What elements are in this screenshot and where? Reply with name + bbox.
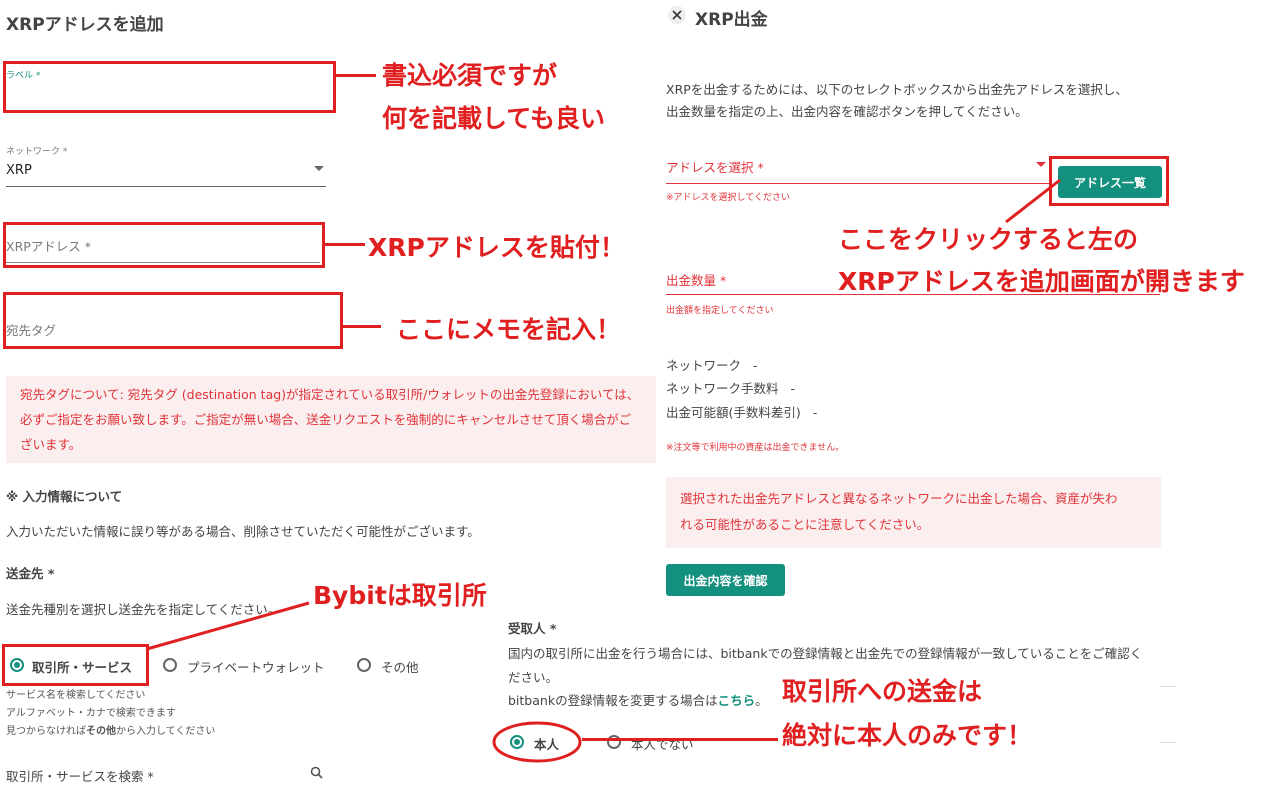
recipient-heading: 受取人 *	[508, 621, 557, 636]
radio-unselected-icon	[357, 658, 371, 672]
fee-row: ネットワーク手数料 -	[666, 378, 795, 397]
change-info-link[interactable]: こちら	[718, 693, 756, 708]
available-row-value: -	[812, 405, 818, 420]
hint3-post: から入力してください	[116, 726, 216, 737]
address-select-label: アドレスを選択 *	[666, 160, 764, 175]
annotation-connector	[325, 243, 365, 246]
network-row: ネットワーク -	[666, 355, 757, 374]
caret-down-icon	[1036, 162, 1046, 167]
annotation-2: XRPアドレスを貼付！	[368, 233, 625, 262]
warning-line-2: れる可能性があることに注意してください。	[680, 517, 930, 532]
network-warning: 選択された出金先アドレスと異なるネットワークに出金した場合、資産が失わ れる可能…	[666, 477, 1161, 548]
radio-other-label: その他	[381, 660, 419, 675]
annotation-3: ここにメモを記入！	[396, 315, 622, 344]
order-note: ※注文等で利用中の資産は出金できません。	[666, 443, 845, 453]
divider	[1160, 742, 1176, 743]
recipient-line3-pre: bitbankの登録情報を変更する場合は	[508, 693, 718, 708]
annotation-1-line-1: 書込必須ですが	[382, 61, 558, 90]
info-text: 入力いただいた情報に誤り等がある場合、削除させていただく可能性がございます。	[6, 524, 480, 539]
network-row-label: ネットワーク	[666, 358, 742, 373]
amount-error: 出金額を指定してください	[666, 306, 774, 316]
radio-private-label: プライベートウォレット	[187, 660, 325, 675]
recipient-line-2: ださい。	[508, 670, 559, 685]
recipient-line-1: 国内の取引所に出金を行う場合には、bitbankでの登録情報と出金先での登録情報…	[508, 646, 1143, 661]
address-error: ※アドレスを選択してください	[666, 193, 791, 203]
available-row-label: 出金可能額(手数料差引)	[666, 405, 801, 420]
radio-not-self[interactable]: 本人でない	[607, 734, 707, 752]
annotation-6-line-2: 絶対に本人のみです！	[782, 721, 1033, 750]
network-select[interactable]: ネットワーク * XRP	[6, 144, 326, 187]
right-page-title: XRP出金	[695, 10, 768, 30]
annotation-4-line-2: XRPアドレスを追加画面が開きます	[838, 267, 1245, 296]
fee-row-label: ネットワーク手数料	[666, 381, 779, 396]
annotation-4-line-1: ここをクリックすると左の	[838, 225, 1139, 254]
intro-line-2: 出金数量を指定の上、出金内容を確認ボタンを押してください。	[666, 104, 1028, 119]
left-page-title: XRPアドレスを追加	[6, 15, 164, 35]
search-icon	[310, 766, 323, 779]
annotation-box-label	[3, 61, 336, 113]
confirm-withdrawal-button[interactable]: 出金内容を確認	[666, 564, 785, 596]
amount-label: 出金数量 *	[666, 273, 727, 288]
network-row-value: -	[752, 358, 758, 373]
service-hint-3: 見つからなければその他から入力してください	[6, 722, 215, 737]
annotation-connector	[343, 325, 381, 328]
radio-not-self-label: 本人でない	[631, 737, 694, 752]
annotation-connector	[1005, 178, 1061, 224]
annotation-connector	[582, 738, 778, 741]
destination-heading: 送金先 *	[6, 566, 55, 581]
divider	[1160, 686, 1176, 687]
annotation-connector	[336, 74, 376, 77]
radio-other[interactable]: その他	[357, 656, 427, 675]
hint3-pre: 見つからなければ	[6, 726, 86, 737]
network-field-label: ネットワーク *	[6, 147, 68, 157]
warning-line-1: 選択された出金先アドレスと異なるネットワークに出金した場合、資産が失わ	[680, 491, 1118, 506]
fee-row-value: -	[790, 381, 795, 396]
destination-tag-notice: 宛先タグについて: 宛先タグ (destination tag)が指定されている…	[6, 376, 656, 463]
service-hint-1: サービス名を検索してください	[6, 690, 146, 701]
annotation-ellipse-self	[492, 721, 582, 763]
address-select[interactable]: アドレスを選択 *	[666, 153, 1050, 184]
service-search-input[interactable]: 取引所・サービスを検索 *	[6, 762, 326, 784]
annotation-box-address	[3, 222, 325, 268]
intro-line-1: XRPを出金するためには、以下のセレクトボックスから出金先アドレスを選択し、	[666, 82, 1128, 97]
annotation-6-line-1: 取引所への送金は	[782, 677, 983, 706]
network-field-value: XRP	[6, 163, 32, 178]
close-icon[interactable]	[668, 6, 686, 24]
info-heading: ※ 入力情報について	[6, 489, 123, 504]
radio-private-wallet[interactable]: プライベートウォレット	[163, 656, 343, 675]
hint3-bold[interactable]: その他	[86, 726, 116, 737]
annotation-box-exchange	[2, 644, 149, 686]
service-search-label: 取引所・サービスを検索 *	[6, 769, 154, 784]
recipient-line3-post: 。	[755, 693, 768, 708]
radio-unselected-icon	[163, 658, 177, 672]
annotation-connector	[146, 601, 310, 651]
recipient-line-3: bitbankの登録情報を変更する場合はこちら。	[508, 690, 768, 709]
annotation-5: Bybitは取引所	[313, 581, 487, 610]
service-hint-2: アルファベット・カナで検索できます	[6, 708, 176, 719]
annotation-1-line-2: 何を記載しても良い	[382, 104, 606, 133]
annotation-box-tag	[3, 292, 343, 349]
caret-down-icon	[314, 166, 324, 171]
available-row: 出金可能額(手数料差引) -	[666, 402, 817, 421]
